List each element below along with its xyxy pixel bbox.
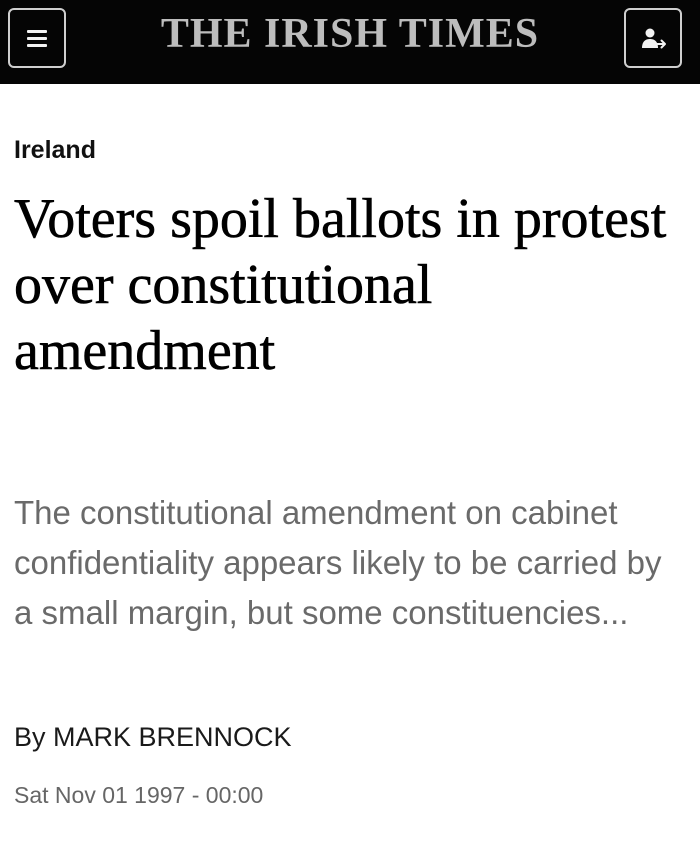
byline-prefix: By — [14, 722, 46, 752]
author-name[interactable]: MARK BRENNOCK — [53, 722, 292, 752]
account-button[interactable] — [624, 8, 682, 68]
publish-timestamp: Sat Nov 01 1997 - 00:00 — [14, 782, 264, 808]
article-headline: Voters spoil ballots in protest over con… — [14, 188, 667, 383]
byline: By MARK BRENNOCK — [14, 722, 292, 753]
article-standfirst: The constitutional amendment on cabinet … — [14, 494, 662, 631]
top-navigation-bar: THE IRISH TIMES — [0, 0, 700, 84]
section-label[interactable]: Ireland — [14, 136, 96, 165]
masthead-logo[interactable]: THE IRISH TIMES — [0, 8, 700, 60]
account-sign-in-icon — [642, 28, 666, 49]
